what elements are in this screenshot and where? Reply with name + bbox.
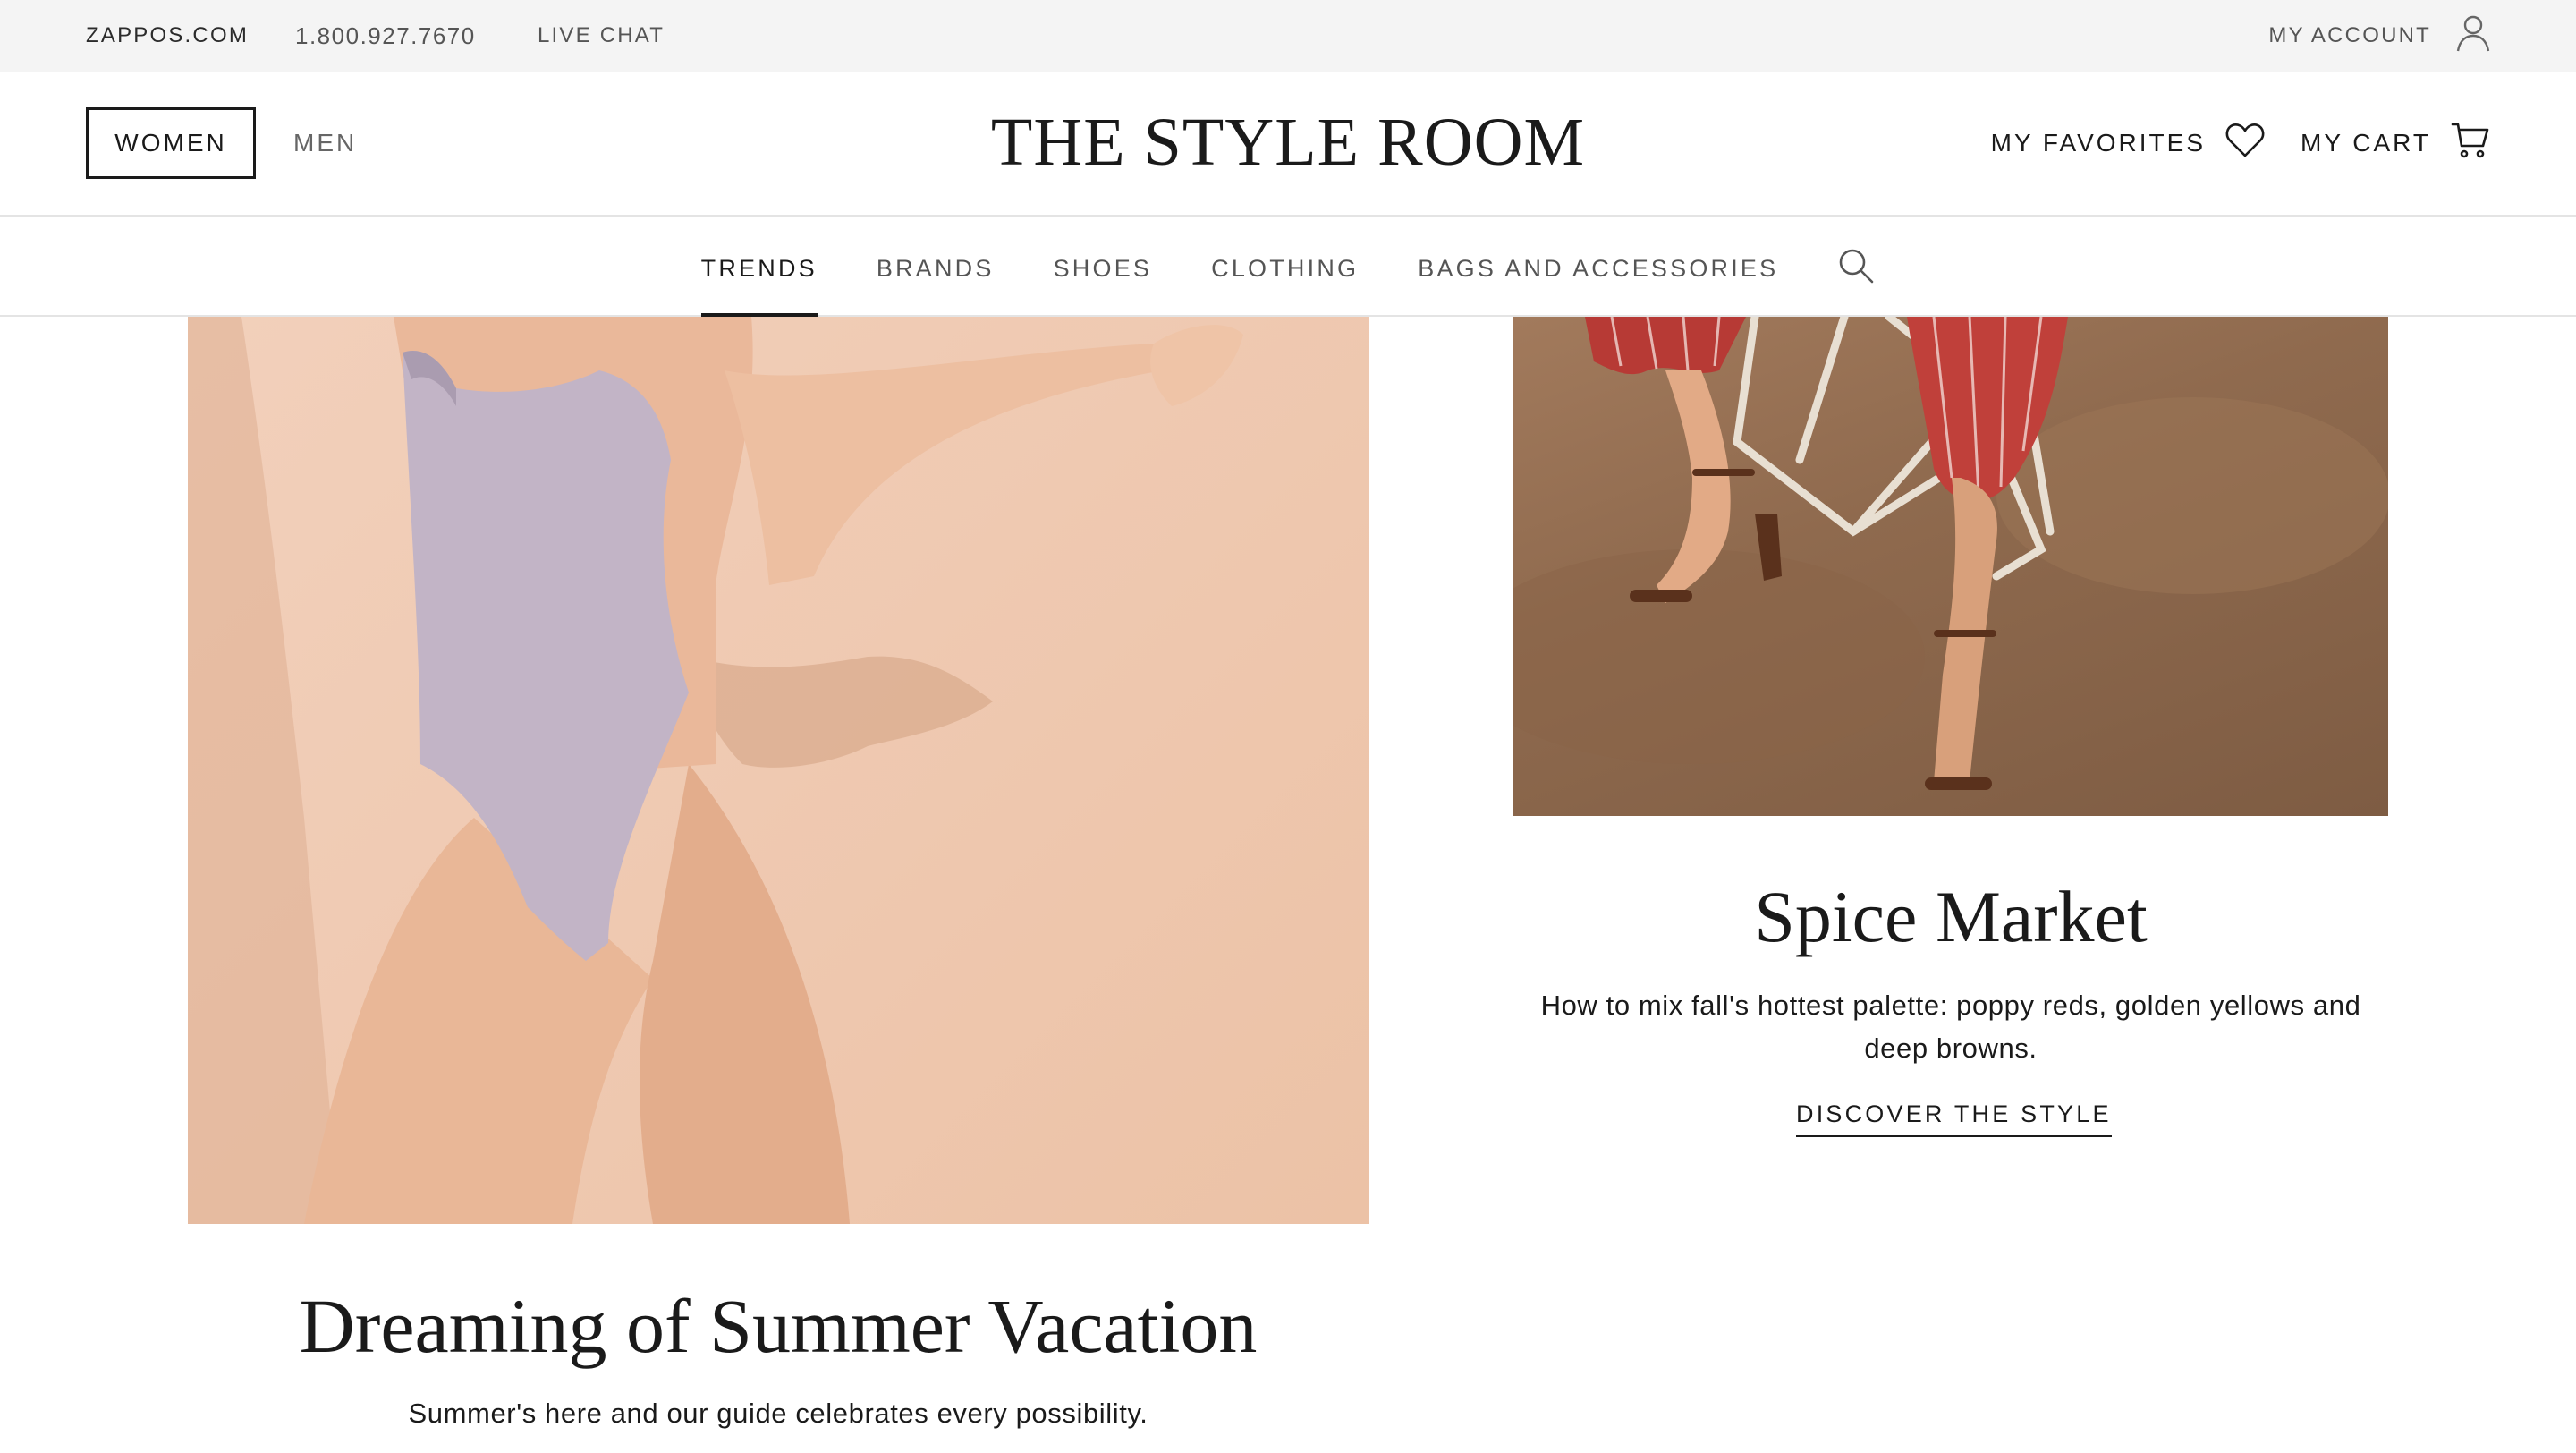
style-room-logo[interactable]: THE STYLE ROOM <box>991 105 1585 180</box>
site-header: WOMEN MEN THE STYLE ROOM MY FAVORITES MY… <box>0 72 2576 217</box>
search-button[interactable] <box>1837 217 1875 315</box>
article-title[interactable]: Dreaming of Summer Vacation <box>188 1281 1368 1371</box>
women-tab[interactable]: WOMEN <box>86 107 256 179</box>
red-trousers-sandals-photo[interactable] <box>1513 317 2388 816</box>
tab-brands[interactable]: BRANDS <box>877 217 995 315</box>
my-account-link[interactable]: MY ACCOUNT <box>2268 0 2490 72</box>
spice-market-illustration <box>1513 317 2388 790</box>
swimsuit-photo[interactable] <box>188 317 1368 1224</box>
heart-icon <box>2225 123 2265 165</box>
article-description: How to mix fall's hottest palette: poppy… <box>1540 990 2361 1064</box>
men-tab[interactable]: MEN <box>293 107 357 179</box>
tab-shoes[interactable]: SHOES <box>1054 217 1153 315</box>
my-favorites-label: MY FAVORITES <box>1990 129 2206 157</box>
phone-number-link[interactable]: 1.800.927.7670 <box>295 0 476 72</box>
article-title[interactable]: Spice Market <box>1513 875 2388 959</box>
user-icon <box>2456 14 2490 58</box>
discover-the-style-link[interactable]: DISCOVER THE STYLE <box>1796 1100 2112 1137</box>
my-cart-label: MY CART <box>2301 129 2431 157</box>
utility-bar: ZAPPOS.COM 1.800.927.7670 LIVE CHAT MY A… <box>0 0 2576 72</box>
tab-trends[interactable]: TRENDS <box>700 217 818 317</box>
zappos-link[interactable]: ZAPPOS.COM <box>86 0 249 72</box>
cart-icon <box>2451 121 2490 166</box>
main-nav: TRENDS BRANDS SHOES CLOTHING BAGS AND AC… <box>0 217 2576 317</box>
tab-bags-and-accessories[interactable]: BAGS AND ACCESSORIES <box>1418 217 1778 315</box>
swimsuit-illustration <box>188 317 1243 1224</box>
my-favorites-link[interactable]: MY FAVORITES <box>1991 107 2265 179</box>
tab-clothing[interactable]: CLOTHING <box>1211 217 1359 315</box>
live-chat-link[interactable]: LIVE CHAT <box>538 0 665 72</box>
article-description: Summer's here and our guide celebrates e… <box>408 1398 1148 1429</box>
my-account-label: MY ACCOUNT <box>2268 23 2431 47</box>
search-icon <box>1837 247 1875 289</box>
my-cart-link[interactable]: MY CART <box>2301 107 2490 179</box>
